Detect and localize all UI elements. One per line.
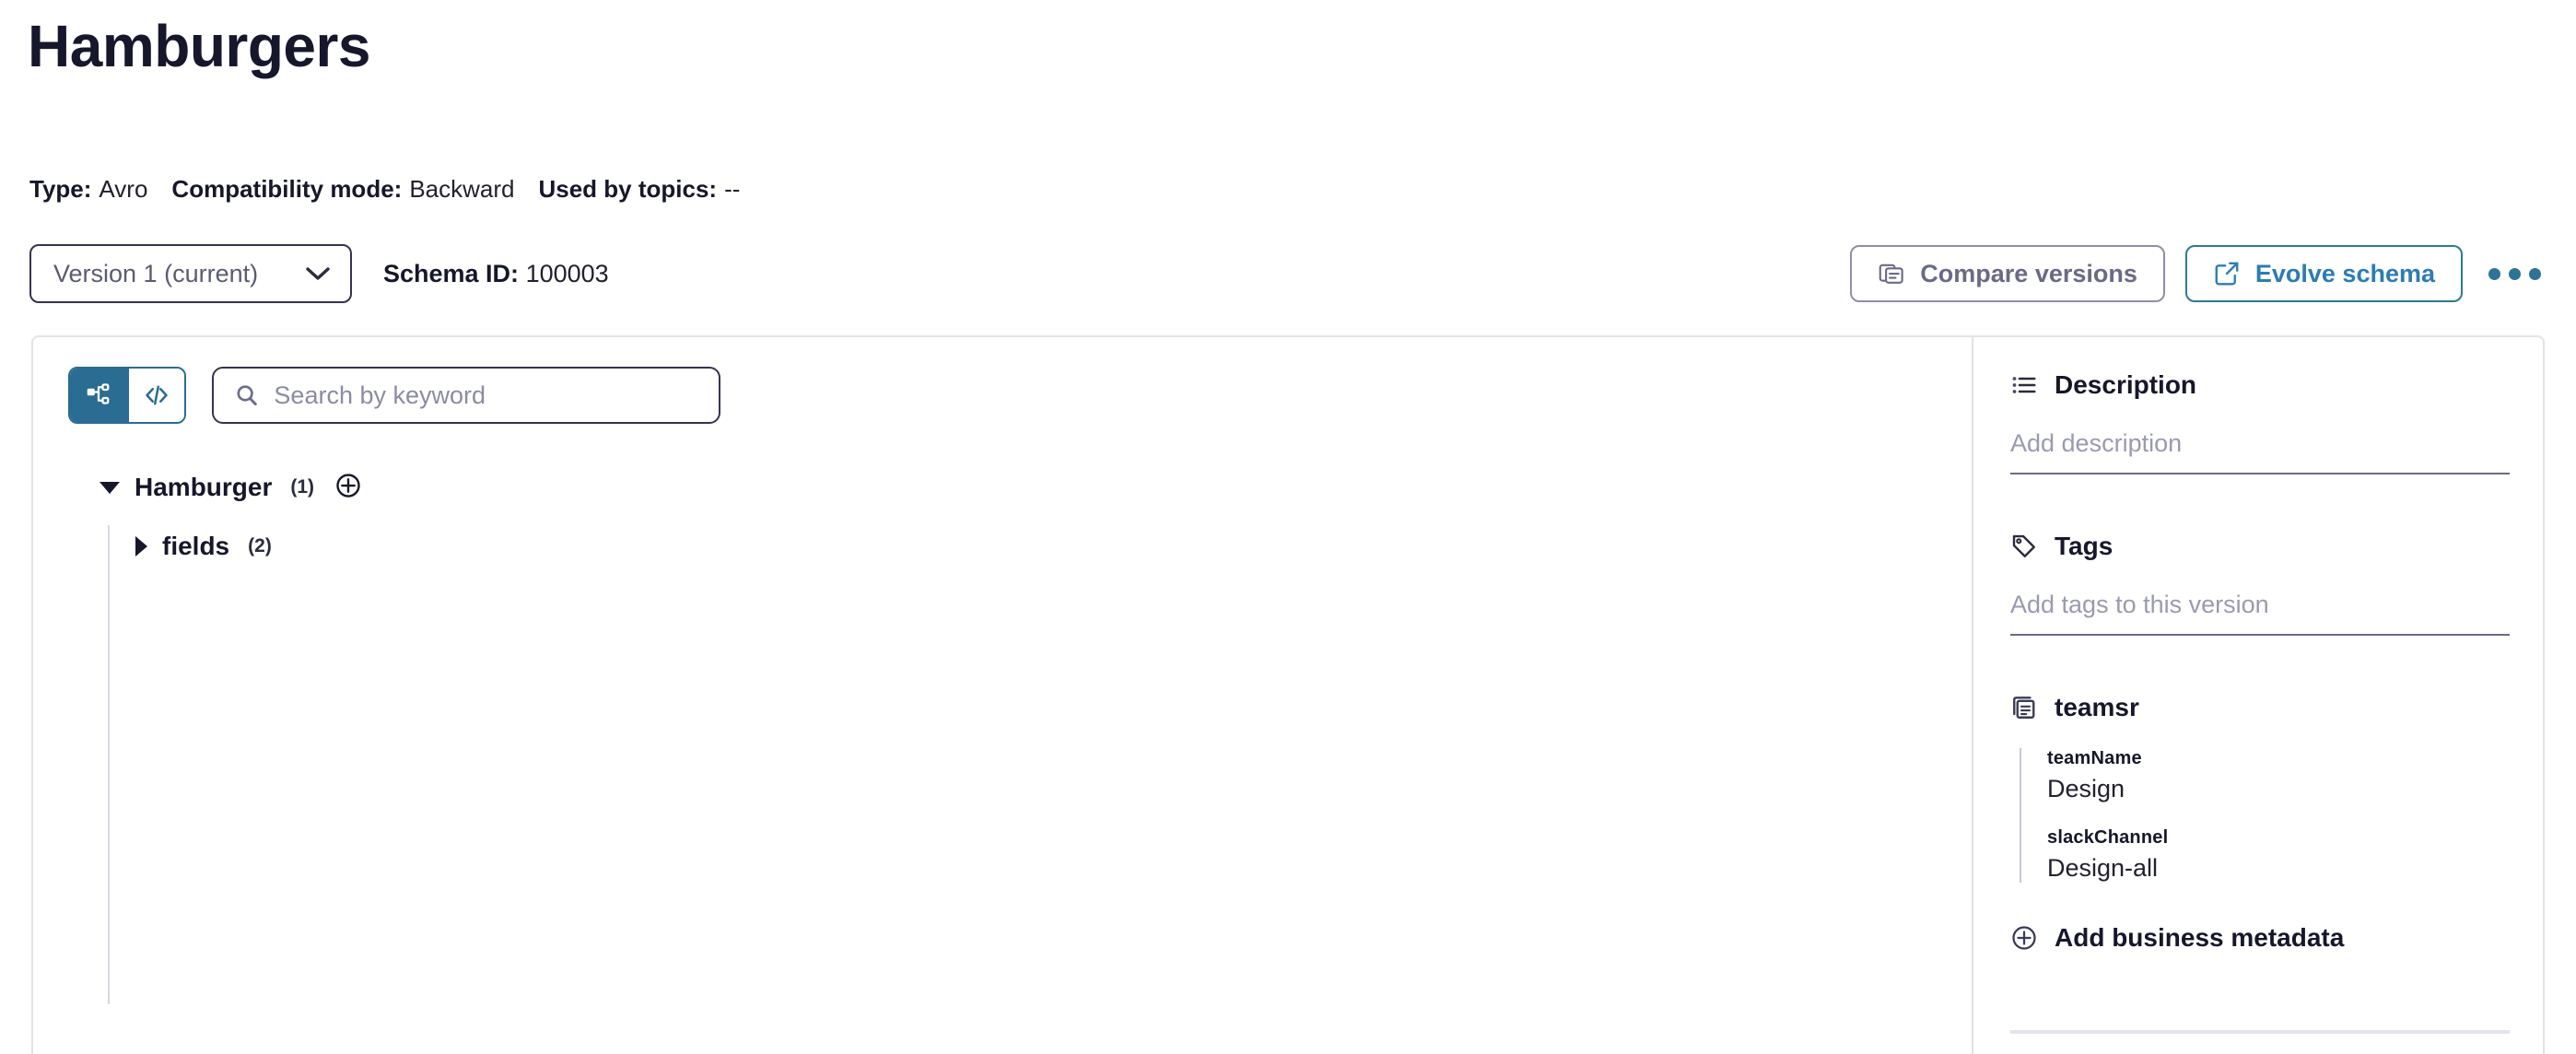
kebab-dot-icon xyxy=(2488,267,2500,280)
description-input[interactable]: Add description xyxy=(2010,429,2510,474)
schema-toolbar: Version 1 (current) Schema ID: 100003 Co… xyxy=(29,244,2547,303)
tree-node-fields[interactable]: fields (2) xyxy=(135,525,362,568)
schema-tree: Hamburger (1) fields (2) xyxy=(100,466,362,1004)
tag-icon xyxy=(2012,534,2035,557)
view-mode-toggle xyxy=(68,367,186,424)
chevron-down-icon xyxy=(306,267,330,280)
tree-node-root[interactable]: Hamburger (1) xyxy=(100,466,362,509)
edit-square-icon xyxy=(2215,262,2239,286)
business-metadata-group-header: teamsr xyxy=(2010,687,2510,728)
page-title: Hamburgers xyxy=(28,13,371,79)
description-section-header: Description xyxy=(2010,365,2510,405)
caret-down-icon[interactable] xyxy=(100,481,120,494)
description-title: Description xyxy=(2055,370,2197,399)
tags-title: Tags xyxy=(2055,532,2113,560)
search-input[interactable] xyxy=(274,381,700,410)
details-pane-divider xyxy=(2010,1030,2510,1034)
tags-input[interactable]: Add tags to this version xyxy=(2010,591,2510,636)
schema-card: Hamburger (1) fields (2) xyxy=(31,335,2545,1054)
meta-used-by-topics-value: -- xyxy=(724,175,741,203)
details-pane-content: Description Add description Tags Add tag… xyxy=(2010,365,2510,953)
meta-compatibility-value: Backward xyxy=(409,175,515,203)
more-actions-button[interactable] xyxy=(2483,257,2547,291)
tree-node-fields-count: (2) xyxy=(248,535,272,556)
business-metadata-group-title: teamsr xyxy=(2055,693,2139,721)
metadata-pair: slackChannel Design-all xyxy=(2047,827,2510,883)
business-metadata-icon xyxy=(2013,697,2035,719)
schema-id: Schema ID: 100003 xyxy=(383,260,609,288)
plus-circle-icon xyxy=(336,473,360,498)
search-box[interactable] xyxy=(212,367,720,424)
version-select-value: Version 1 (current) xyxy=(53,259,259,287)
toolbar-actions: Compare versions Evolve schema xyxy=(1850,245,2547,302)
meta-type: Type: Avro xyxy=(29,175,147,203)
meta-compatibility-label: Compatibility mode: xyxy=(171,175,403,203)
compare-versions-button[interactable]: Compare versions xyxy=(1850,245,2165,302)
code-icon xyxy=(146,385,168,405)
kebab-dot-icon xyxy=(2529,267,2541,280)
details-pane: Description Add description Tags Add tag… xyxy=(1973,337,2543,1054)
metadata-pair: teamName Design xyxy=(2047,748,2510,803)
metadata-key: slackChannel xyxy=(2047,827,2169,848)
code-view-toggle[interactable] xyxy=(127,369,184,422)
metadata-value: Design xyxy=(2047,775,2125,802)
schema-id-value: 100003 xyxy=(525,259,609,287)
caret-right-icon[interactable] xyxy=(135,536,147,556)
kebab-dot-icon xyxy=(2509,267,2521,280)
meta-used-by-topics: Used by topics: -- xyxy=(538,175,740,203)
tree-node-fields-label: fields xyxy=(162,532,230,560)
add-business-metadata-button[interactable]: Add business metadata xyxy=(2010,923,2510,953)
business-metadata-pairs: teamName Design slackChannel Design-all xyxy=(2020,748,2510,883)
tags-section-header: Tags xyxy=(2010,526,2510,567)
tree-children: fields (2) xyxy=(108,525,362,1004)
meta-compatibility-mode: Compatibility mode: Backward xyxy=(171,175,514,203)
schema-id-label: Schema ID: xyxy=(383,259,520,287)
evolve-schema-button[interactable]: Evolve schema xyxy=(2184,245,2463,302)
plus-circle-icon xyxy=(2012,926,2036,950)
evolve-schema-label: Evolve schema xyxy=(2254,259,2435,287)
compare-documents-icon xyxy=(1879,264,1903,284)
metadata-key: teamName xyxy=(2047,748,2142,768)
list-icon xyxy=(2012,377,2036,393)
tree-view-icon xyxy=(87,383,110,404)
schema-meta-row: Type: Avro Compatibility mode: Backward … xyxy=(29,175,740,203)
search-icon xyxy=(237,385,257,406)
version-select[interactable]: Version 1 (current) xyxy=(29,244,352,303)
meta-type-value: Avro xyxy=(99,175,148,203)
schema-viewer-pane: Hamburger (1) fields (2) xyxy=(33,337,1973,1054)
tree-view-toggle[interactable] xyxy=(70,369,127,422)
compare-versions-label: Compare versions xyxy=(1920,259,2137,287)
add-business-metadata-label: Add business metadata xyxy=(2055,923,2345,952)
viewer-toolbar xyxy=(68,367,720,424)
add-field-button[interactable] xyxy=(334,472,362,504)
meta-used-by-topics-label: Used by topics: xyxy=(538,175,718,203)
meta-type-label: Type: xyxy=(29,175,92,203)
metadata-value: Design-all xyxy=(2047,854,2159,882)
tree-node-root-label: Hamburger xyxy=(135,473,273,501)
schema-detail-page: Hamburgers Type: Avro Compatibility mode… xyxy=(0,0,2576,1054)
tree-node-root-count: (1) xyxy=(290,476,315,498)
